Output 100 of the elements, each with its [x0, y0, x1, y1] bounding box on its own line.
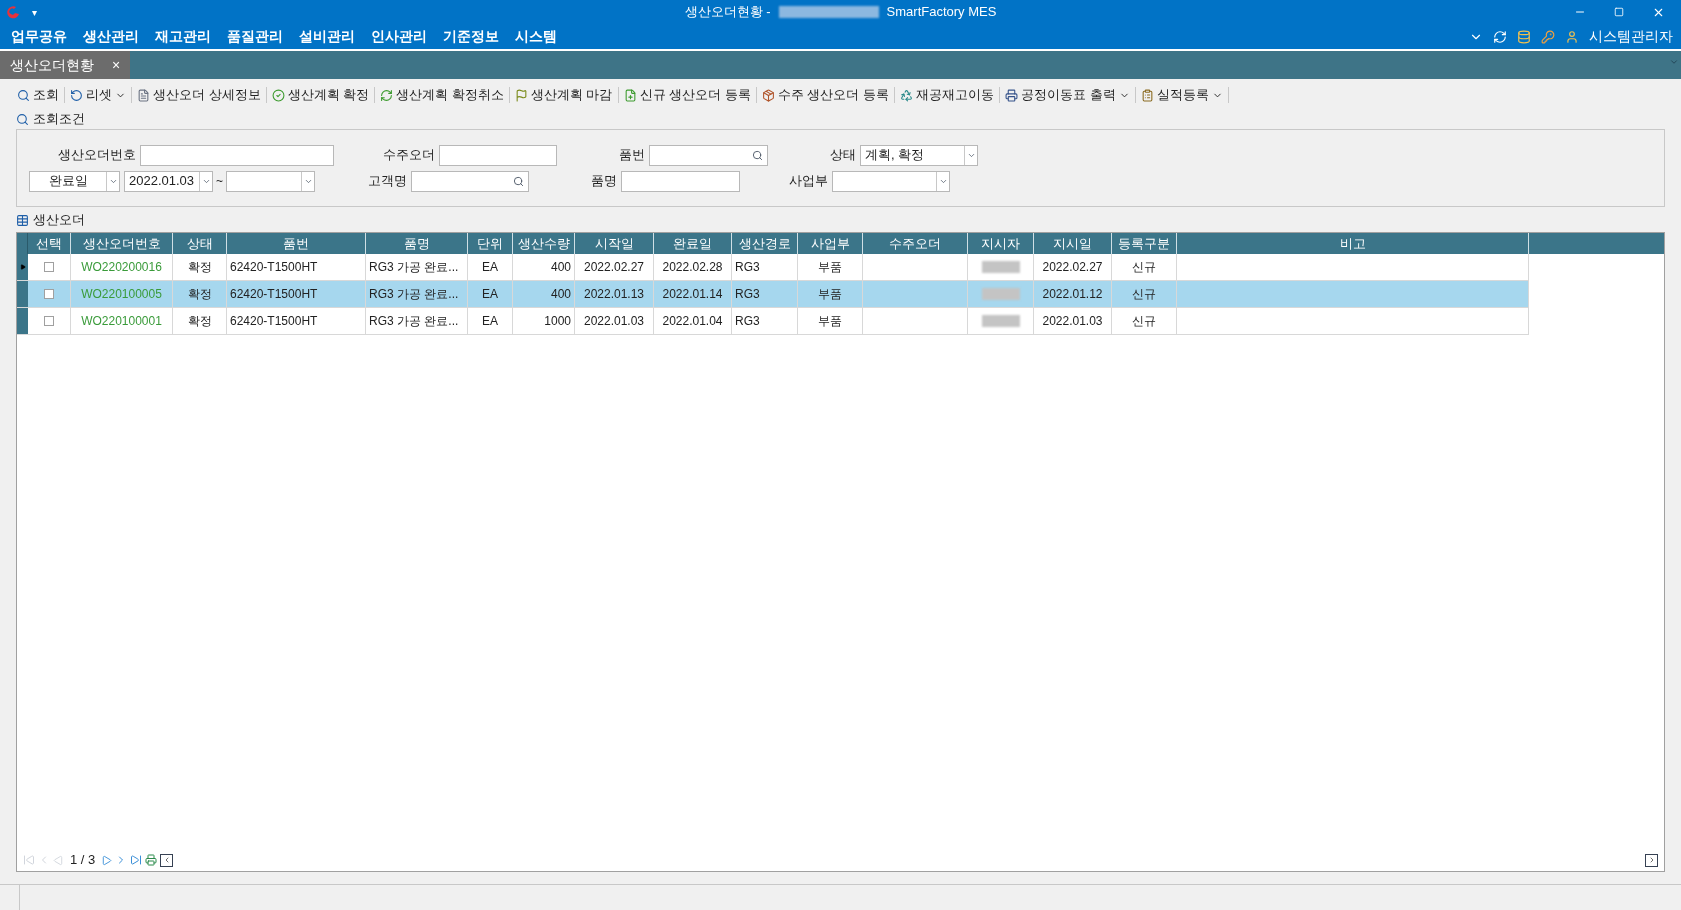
toolbar-button[interactable]: 재공재고이동 [896, 85, 997, 105]
next-icon[interactable] [101, 854, 113, 866]
toolbar-icon [623, 88, 637, 102]
checkbox[interactable] [44, 262, 54, 272]
toolbar-button[interactable]: 실적등록 [1137, 85, 1226, 105]
close-tab-icon[interactable]: × [112, 54, 121, 76]
dropdown-field[interactable]: 계획, 확정 [860, 144, 978, 166]
toolbar-icon [271, 88, 285, 102]
grid-icon [16, 213, 29, 227]
previous-icon[interactable] [53, 854, 64, 866]
menu-item[interactable]: 업무공유 [11, 26, 67, 47]
table-cell-text: 2022.01.13 [583, 286, 645, 303]
page-indicator: 1 / 3 [70, 851, 96, 870]
toolbar-button[interactable]: 신규 생산오더 등록 [620, 85, 754, 105]
caret-icon[interactable] [1669, 57, 1679, 67]
export-icon[interactable] [145, 854, 158, 866]
table-cell-text: 2022.01.14 [662, 286, 723, 303]
scroll-right-button[interactable] [1645, 853, 1658, 867]
redacted-mark [981, 288, 1020, 300]
key-icon[interactable] [1541, 29, 1555, 44]
toolbar-button[interactable]: 생산오더 상세정보 [134, 85, 264, 105]
window-title: SmartFactory MES [886, 3, 997, 22]
menu-item[interactable]: 재고관리 [155, 26, 211, 47]
dropdown-field[interactable] [226, 170, 315, 192]
table-cell-text: RG3 [735, 286, 760, 303]
table-cell-text: EA [482, 313, 498, 330]
table-cell-text: 1000 [544, 313, 571, 330]
first-page-icon[interactable] [23, 854, 35, 866]
toolbar-button[interactable]: 생산계획 확정 [268, 85, 373, 105]
menu-item[interactable]: 생산관리 [83, 26, 139, 47]
document-tab[interactable]: 생산오더현황 × [0, 51, 131, 79]
table-cell-text: 확정 [187, 313, 212, 330]
menu-item[interactable]: 시스템 [515, 26, 557, 47]
redacted-mark [981, 315, 1020, 327]
toolbar-button[interactable]: 수주 생산오더 등록 [758, 85, 892, 105]
table-cell-text: 2022.01.03 [583, 313, 645, 330]
field-label: 생산오더번호 [57, 146, 136, 165]
table-cell-text: RG3 가공 완료... [369, 313, 459, 330]
table-cell-text: EA [482, 259, 498, 276]
table-cell-text: 신규 [1132, 286, 1156, 303]
menu-item[interactable]: 인사관리 [371, 26, 427, 47]
table-cell-text: EA [482, 286, 498, 303]
table-cell-text: WO220200016 [81, 259, 162, 276]
input-field[interactable] [649, 144, 768, 166]
restore-icon[interactable] [1614, 7, 1624, 17]
input-field[interactable] [140, 144, 334, 166]
input-field[interactable] [411, 170, 529, 192]
input-field[interactable] [621, 170, 740, 192]
field-label: 품명 [590, 172, 617, 191]
database-icon[interactable] [1517, 29, 1531, 44]
last-page-icon[interactable] [130, 854, 143, 866]
checkbox[interactable] [44, 289, 54, 299]
dropdown-button[interactable] [936, 171, 949, 191]
toolbar-button[interactable]: 리셋 [67, 85, 129, 105]
user-name[interactable]: 시스템관리자 [1589, 26, 1673, 47]
menu-item[interactable]: 설비관리 [299, 26, 355, 47]
toolbar-button[interactable]: 생산계획 확정취소 [377, 85, 507, 105]
table-cell-text: 신규 [1132, 313, 1156, 330]
toolbar-button[interactable]: 공정이동표 출력 [1001, 85, 1133, 105]
dropdown-button[interactable] [199, 171, 212, 191]
section-title: 생산오더 [33, 211, 85, 230]
dropdown-field[interactable]: 2022.01.03 [124, 170, 213, 192]
table-cell-text: 2022.02.28 [662, 259, 723, 276]
logo-icon [6, 5, 20, 19]
table-cell-text: 부품 [818, 313, 842, 330]
dropdown-button[interactable] [964, 145, 977, 165]
menu-glyph[interactable]: ▾ [32, 4, 37, 20]
table-cell-text: 2022.01.03 [1042, 313, 1103, 330]
menu-item[interactable]: 기준정보 [443, 26, 499, 47]
table-cell-text: RG3 가공 완료... [369, 286, 459, 303]
field-label: 상태 [829, 146, 856, 165]
field-label: 사업부 [788, 172, 828, 191]
table-cell-text: 2022.02.27 [1042, 259, 1103, 276]
dropdown-button[interactable] [301, 171, 314, 191]
toolbar-button[interactable]: 조회 [14, 85, 62, 105]
table-cell-text: 400 [550, 286, 571, 303]
search-icon [16, 112, 29, 126]
table-cell-text: RG3 [735, 313, 760, 330]
table-cell-text: 62420-T1500HT [230, 259, 318, 276]
row-header[interactable] [17, 254, 28, 280]
table-cell-text: 2022.02.27 [583, 259, 645, 276]
dropdown-field[interactable] [832, 170, 950, 192]
checkbox[interactable] [44, 316, 54, 326]
table-row[interactable]: WO220100005 확정 62420-T1500HT RG3 가공 완료... EA 400 2022.01.13 2022.01.14 RG3 부품 2022.01.12 신규 [17, 281, 1529, 308]
field-label: 품번 [618, 146, 645, 165]
toolbar-icon [899, 88, 913, 102]
redacted-mark [981, 261, 1020, 273]
table-row[interactable]: WO220100001 확정 62420-T1500HT RG3 가공 완료... EA 1000 2022.01.03 2022.01.04 RG3 부품 2022.01.03 신규 [17, 308, 1529, 335]
table-cell-text: 2022.01.04 [662, 313, 723, 330]
table-cell-text: RG3 가공 완료... [369, 259, 459, 276]
toolbar-icon [761, 88, 775, 102]
table-row[interactable]: WO220200016 확정 62420-T1500HT RG3 가공 완료... EA 400 2022.02.27 2022.02.28 RG3 부품 2022.02.27 신규 [17, 254, 1529, 281]
toolbar-button[interactable]: 생산계획 마감 [511, 85, 616, 105]
dropdown-field[interactable]: 완료일 [29, 170, 120, 192]
table-cell-text: 확정 [187, 286, 212, 303]
refresh-icon[interactable] [1493, 29, 1507, 44]
scroll-left-button[interactable] [160, 853, 174, 867]
input-field[interactable] [439, 144, 557, 166]
user-icon[interactable] [1565, 29, 1579, 44]
menu-item[interactable]: 품질관리 [227, 26, 283, 47]
